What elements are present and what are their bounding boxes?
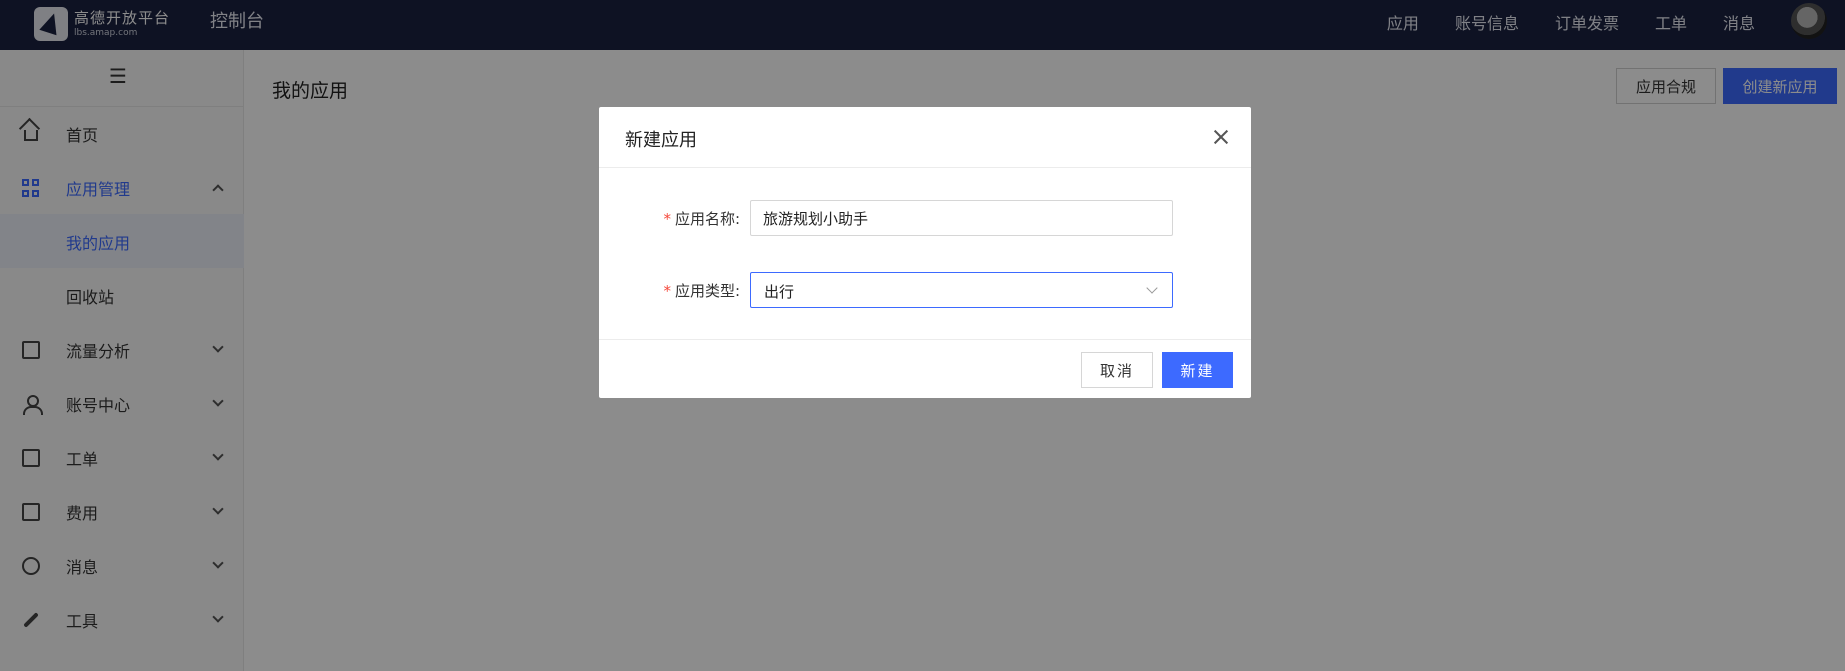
app-type-label: * 应用类型: — [663, 282, 740, 300]
app-type-select[interactable]: 出行 — [750, 272, 1173, 308]
app-name-input[interactable] — [750, 200, 1173, 236]
close-icon[interactable] — [1213, 129, 1229, 145]
cancel-button[interactable]: 取消 — [1081, 352, 1153, 388]
app-type-value: 出行 — [764, 283, 795, 301]
app-name-label: * 应用名称: — [663, 210, 740, 228]
dialog-footer: 取消 新建 — [599, 339, 1251, 398]
dialog-header: 新建应用 — [599, 107, 1251, 168]
create-app-dialog: 新建应用 *应用名称: *应用类型: 出行 取消 新建 — [599, 107, 1251, 398]
required-asterisk: * — [663, 282, 671, 300]
app-type-row: * 应用类型: 出行 — [599, 272, 1251, 308]
chevron-down-icon — [1146, 282, 1158, 294]
required-asterisk: * — [663, 210, 671, 228]
app-name-row: * 应用名称: — [599, 200, 1251, 236]
confirm-create-button[interactable]: 新建 — [1162, 352, 1233, 388]
dialog-title: 新建应用 — [625, 130, 697, 151]
